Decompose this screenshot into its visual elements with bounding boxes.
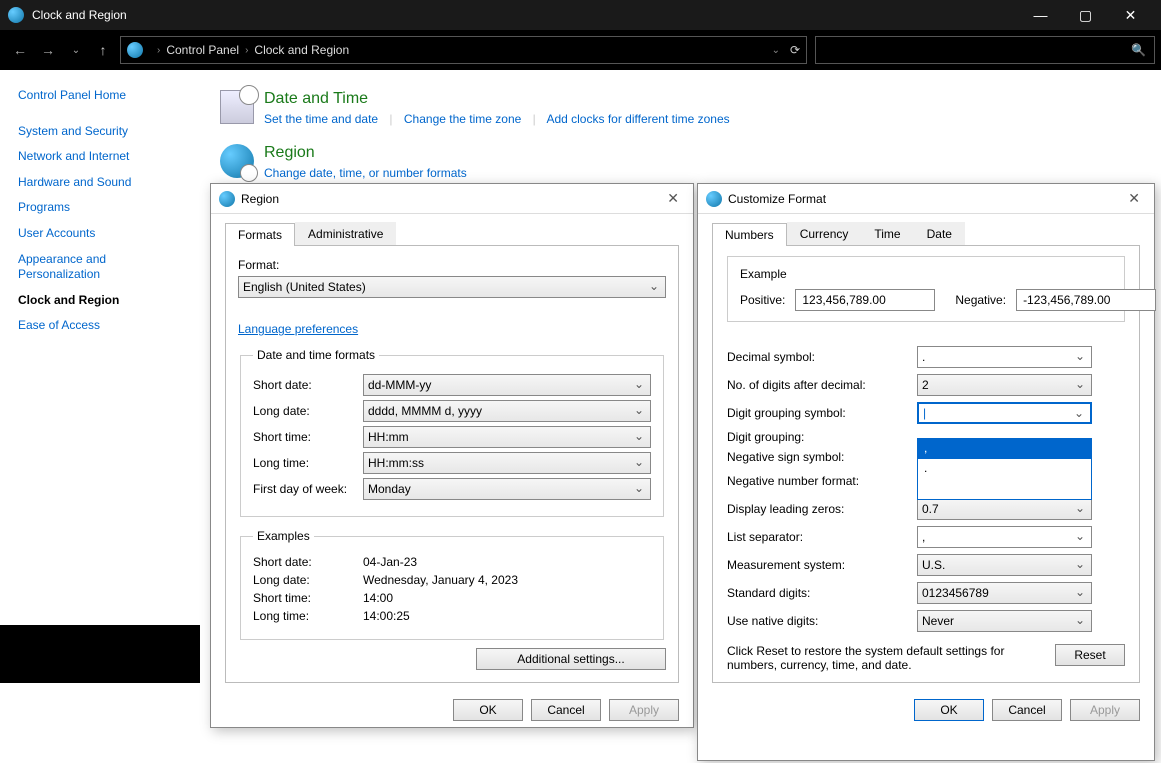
sidebar-item[interactable]: Appearance and Personalization [18, 252, 182, 283]
minimize-button[interactable]: — [1018, 0, 1063, 30]
native-digits-select[interactable]: Never [917, 610, 1092, 632]
sidebar-item[interactable]: Hardware and Sound [18, 175, 182, 191]
decimal-symbol-select[interactable]: . [917, 346, 1092, 368]
sidebar-item[interactable]: User Accounts [18, 226, 182, 242]
apply-button[interactable]: Apply [609, 699, 679, 721]
additional-settings-button[interactable]: Additional settings... [476, 648, 666, 670]
tab-administrative[interactable]: Administrative [295, 222, 396, 245]
positive-example [795, 289, 935, 311]
link-change-tz[interactable]: Change the time zone [404, 112, 521, 126]
sidebar-item[interactable]: Ease of Access [18, 318, 182, 334]
section-title[interactable]: Region [264, 144, 467, 162]
first-day-select[interactable]: Monday [363, 478, 651, 500]
titlebar: Clock and Region — ▢ ✕ [0, 0, 1161, 30]
up-button[interactable]: ↑ [90, 42, 116, 58]
list-separator-select[interactable]: , [917, 526, 1092, 548]
link-change-formats[interactable]: Change date, time, or number formats [264, 166, 467, 180]
apply-button[interactable]: Apply [1070, 699, 1140, 721]
dialog-icon [219, 191, 235, 207]
chevron-right-icon: › [245, 45, 248, 56]
sidebar-item[interactable]: System and Security [18, 124, 182, 140]
negative-example [1016, 289, 1156, 311]
sidebar-item-current[interactable]: Clock and Region [18, 293, 182, 309]
address-bar[interactable]: › Control Panel › Clock and Region ⌄ ⟳ [120, 36, 807, 64]
sidebar-item[interactable]: Programs [18, 200, 182, 216]
long-date-select[interactable]: dddd, MMMM d, yyyy [363, 400, 651, 422]
maximize-button[interactable]: ▢ [1063, 0, 1108, 30]
ok-button[interactable]: OK [453, 699, 523, 721]
breadcrumb-part[interactable]: Control Panel [166, 43, 239, 57]
window-title: Clock and Region [32, 8, 127, 22]
region-dialog: Region ✕ Formats Administrative Format: … [210, 183, 694, 728]
language-preferences-link[interactable]: Language preferences [238, 322, 358, 336]
address-dropdown-icon[interactable]: ⌄ [772, 45, 780, 56]
leading-zeros-select[interactable]: 0.7 [917, 498, 1092, 520]
back-button[interactable]: ← [6, 42, 34, 58]
search-box[interactable]: 🔍 [815, 36, 1155, 64]
sidebar-home[interactable]: Control Panel Home [18, 88, 182, 104]
measurement-system-select[interactable]: U.S. [917, 554, 1092, 576]
datetime-icon [220, 90, 254, 124]
tab-currency[interactable]: Currency [787, 222, 862, 245]
ok-button[interactable]: OK [914, 699, 984, 721]
standard-digits-select[interactable]: 0123456789 [917, 582, 1092, 604]
search-icon: 🔍 [1131, 43, 1146, 57]
digit-grouping-symbol-select[interactable]: | [917, 402, 1092, 424]
tab-formats[interactable]: Formats [225, 223, 295, 246]
link-set-time[interactable]: Set the time and date [264, 112, 378, 126]
history-dropdown[interactable]: ⌄ [62, 45, 90, 56]
section-title[interactable]: Date and Time [264, 90, 730, 108]
dialog-icon [706, 191, 722, 207]
refresh-icon[interactable]: ⟳ [790, 43, 800, 57]
chevron-right-icon: › [157, 45, 160, 56]
date-time-formats-group: Date and time formats Short date:dd-MMM-… [240, 348, 664, 517]
short-date-select[interactable]: dd-MMM-yy [363, 374, 651, 396]
long-time-select[interactable]: HH:mm:ss [363, 452, 651, 474]
format-select[interactable]: English (United States) [238, 276, 666, 298]
format-label: Format: [238, 258, 666, 272]
short-time-select[interactable]: HH:mm [363, 426, 651, 448]
breadcrumb-part[interactable]: Clock and Region [254, 43, 349, 57]
dialog-close-button[interactable]: ✕ [1122, 188, 1146, 209]
tab-time[interactable]: Time [861, 222, 913, 245]
cancel-button[interactable]: Cancel [531, 699, 601, 721]
digits-after-decimal-select[interactable]: 2 [917, 374, 1092, 396]
digit-grouping-symbol-dropdown[interactable]: , . [917, 438, 1092, 500]
address-icon [127, 42, 143, 58]
customize-format-dialog: Customize Format ✕ Numbers Currency Time… [697, 183, 1155, 761]
close-button[interactable]: ✕ [1108, 0, 1153, 30]
dropdown-option[interactable] [918, 479, 1091, 499]
tab-numbers[interactable]: Numbers [712, 223, 787, 246]
dropdown-option[interactable]: . [918, 459, 1091, 479]
reset-button[interactable]: Reset [1055, 644, 1125, 666]
dark-strip [0, 625, 200, 683]
forward-button[interactable]: → [34, 42, 62, 58]
dropdown-option[interactable]: , [918, 439, 1091, 459]
navbar: ← → ⌄ ↑ › Control Panel › Clock and Regi… [0, 30, 1161, 70]
dialog-title: Customize Format [728, 192, 826, 206]
tab-date[interactable]: Date [914, 222, 965, 245]
reset-note: Click Reset to restore the system defaul… [727, 644, 1041, 672]
cancel-button[interactable]: Cancel [992, 699, 1062, 721]
example-group: Example Positive: Negative: [727, 256, 1125, 322]
examples-group: Examples Short date:04-Jan-23 Long date:… [240, 529, 664, 640]
sidebar-item[interactable]: Network and Internet [18, 149, 182, 165]
link-add-clocks[interactable]: Add clocks for different time zones [546, 112, 729, 126]
dialog-title: Region [241, 192, 279, 206]
dialog-close-button[interactable]: ✕ [661, 188, 685, 209]
region-icon [220, 144, 254, 178]
app-icon [8, 7, 24, 23]
